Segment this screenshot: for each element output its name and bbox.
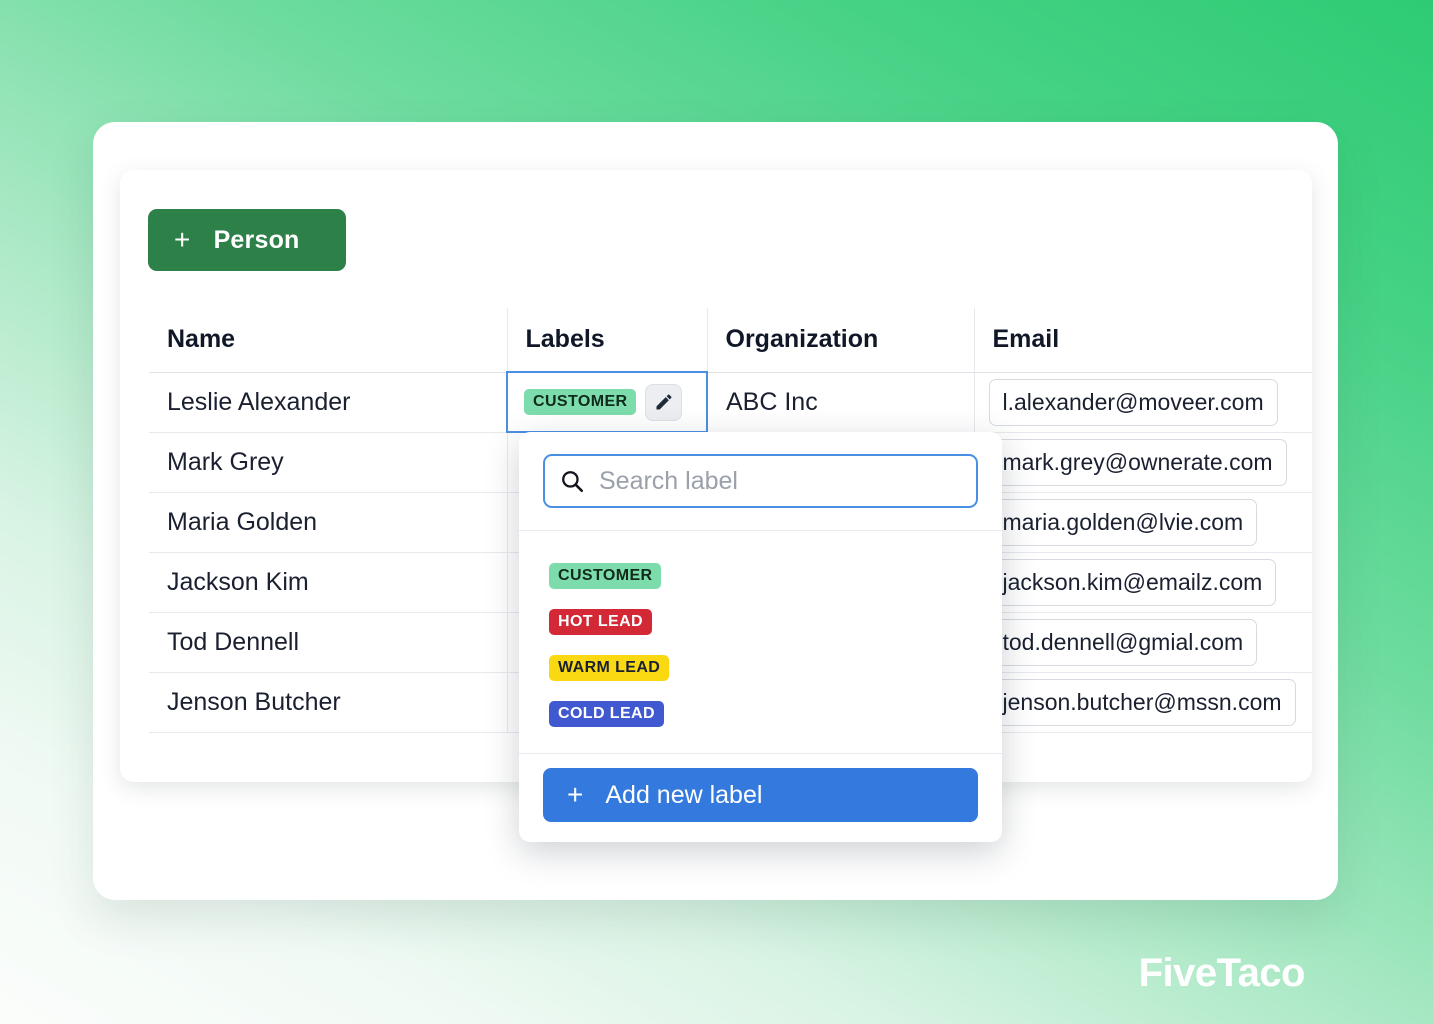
email-value[interactable]: maria.golden@lvie.com	[988, 498, 1258, 546]
column-header-name[interactable]: Name	[149, 308, 508, 373]
plus-icon: +	[567, 779, 584, 810]
label-option-hot-lead[interactable]: HOT LEAD	[519, 599, 1002, 645]
label-picker-dropdown: CUSTOMER HOT LEAD WARM LEAD COLD LEAD + …	[519, 432, 1002, 842]
brand-logo: FiveTaco	[1138, 951, 1306, 995]
cell-email[interactable]: jenson.butcher@mssn.com	[974, 672, 1312, 733]
label-chip: HOT LEAD	[549, 609, 652, 635]
cell-name: Leslie Alexander	[149, 372, 508, 433]
cell-name: Maria Golden	[149, 492, 508, 553]
email-value[interactable]: mark.grey@ownerate.com	[988, 438, 1287, 486]
cell-email[interactable]: l.alexander@moveer.com	[974, 372, 1312, 433]
label-options-list: CUSTOMER HOT LEAD WARM LEAD COLD LEAD	[519, 531, 1002, 753]
search-input[interactable]	[599, 466, 962, 496]
pencil-icon	[656, 394, 672, 410]
cell-name: Mark Grey	[149, 432, 508, 493]
add-label-footer: + Add new label	[519, 753, 1002, 842]
add-person-button-label: Person	[213, 225, 300, 254]
column-header-email[interactable]: Email	[974, 308, 1312, 373]
cell-email[interactable]: tod.dennell@gmial.com	[974, 612, 1312, 673]
search-icon	[562, 471, 584, 493]
email-value[interactable]: jackson.kim@emailz.com	[988, 558, 1277, 606]
add-new-label-button[interactable]: + Add new label	[543, 768, 978, 822]
label-chip: CUSTOMER	[549, 563, 662, 589]
cell-email[interactable]: jackson.kim@emailz.com	[974, 552, 1312, 613]
column-header-organization[interactable]: Organization	[707, 308, 975, 373]
email-value[interactable]: tod.dennell@gmial.com	[988, 618, 1258, 666]
cell-email[interactable]: maria.golden@lvie.com	[974, 492, 1312, 553]
label-search-field[interactable]	[543, 454, 978, 508]
label-option-customer[interactable]: CUSTOMER	[519, 553, 1002, 599]
cell-name: Jenson Butcher	[149, 672, 508, 733]
cell-labels[interactable]: CUSTOMER	[506, 371, 708, 433]
cell-organization: ABC Inc	[707, 372, 975, 433]
label-option-warm-lead[interactable]: WARM LEAD	[519, 645, 1002, 691]
label-option-cold-lead[interactable]: COLD LEAD	[519, 691, 1002, 737]
plus-icon: +	[174, 224, 191, 255]
add-new-label-button-label: Add new label	[605, 780, 763, 809]
cell-name: Jackson Kim	[149, 552, 508, 613]
table-row[interactable]: Leslie Alexander CUSTOMER ABC Inc l.alex…	[149, 371, 1312, 433]
email-value[interactable]: l.alexander@moveer.com	[988, 378, 1278, 426]
edit-labels-button[interactable]	[645, 383, 683, 421]
label-chip-customer[interactable]: CUSTOMER	[524, 389, 637, 415]
label-chip: WARM LEAD	[549, 655, 670, 681]
table-header: Name Labels Organization Email	[149, 308, 1312, 373]
label-chip: COLD LEAD	[549, 701, 664, 727]
label-search-row	[519, 432, 1002, 531]
table-header-row: Name Labels Organization Email	[149, 308, 1312, 373]
column-header-labels[interactable]: Labels	[507, 308, 708, 373]
cell-name: Tod Dennell	[149, 612, 508, 673]
email-value[interactable]: jenson.butcher@mssn.com	[988, 678, 1296, 726]
add-person-button[interactable]: + Person	[148, 209, 346, 271]
cell-email[interactable]: mark.grey@ownerate.com	[974, 432, 1312, 493]
